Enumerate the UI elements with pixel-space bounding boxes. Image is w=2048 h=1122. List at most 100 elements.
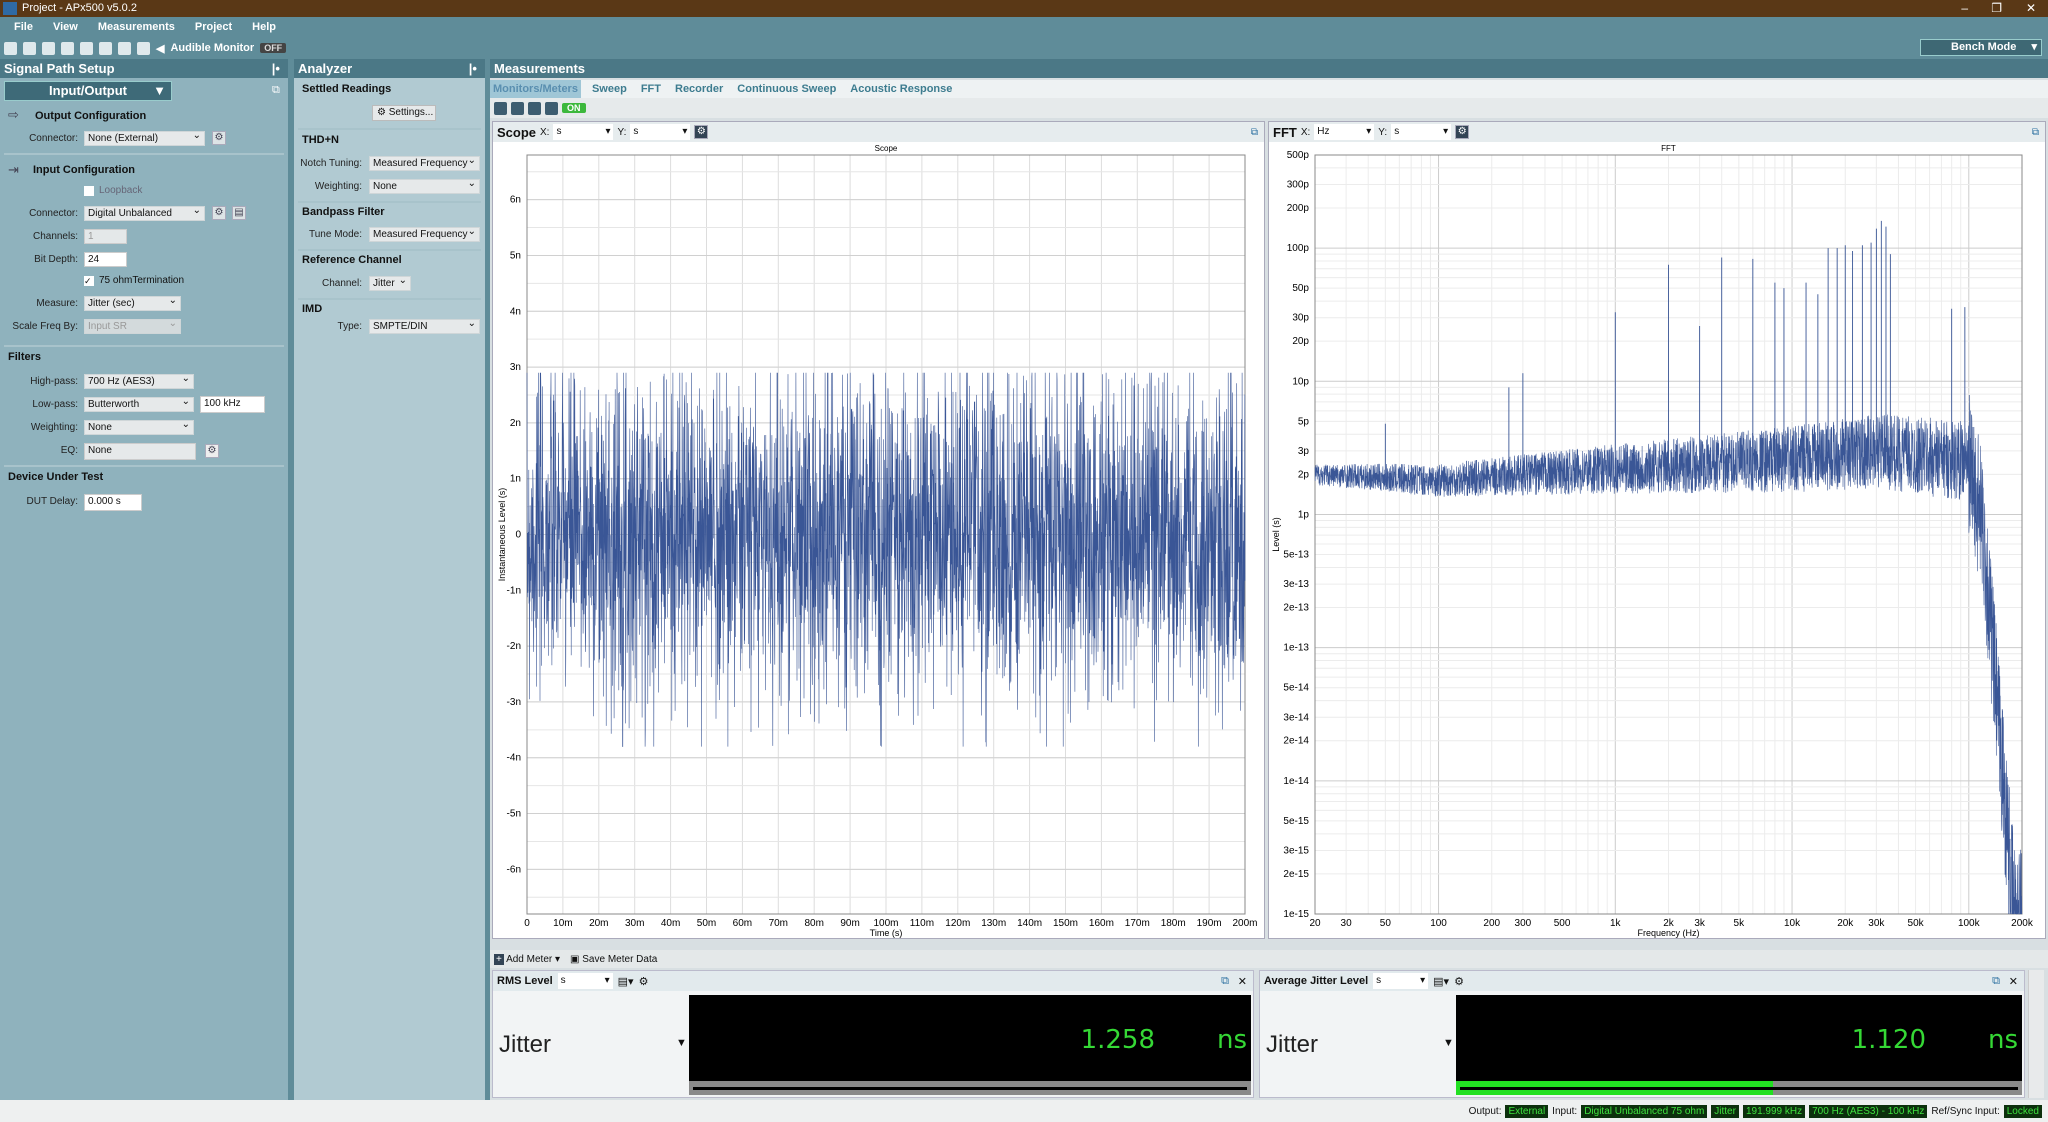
restore-button[interactable]: ❐ [1991, 0, 2002, 17]
popout-icon[interactable]: ⧉ [272, 84, 280, 97]
tab-sweep[interactable]: Sweep [589, 80, 630, 98]
monitor-on-toggle[interactable]: ON [562, 103, 586, 113]
tab-recorder[interactable]: Recorder [672, 80, 726, 98]
audible-monitor-toggle[interactable]: OFF [260, 43, 287, 53]
y-tick-label: 20p [1292, 336, 1309, 347]
tab-continuous-sweep[interactable]: Continuous Sweep [734, 80, 839, 98]
gear-icon[interactable]: ⚙ [212, 206, 226, 220]
channel-dropdown[interactable]: Jitter [369, 274, 411, 291]
pin-icon[interactable]: |• [272, 59, 280, 78]
signal-path-icon[interactable] [80, 41, 93, 55]
meter-style-icon[interactable]: ▤▾ [618, 975, 634, 988]
scope-y-unit-dropdown[interactable]: s [630, 124, 691, 140]
tab-fft[interactable]: FFT [638, 80, 664, 98]
x-tick-label: 100k [1958, 918, 1981, 929]
input-connector-dropdown[interactable]: Digital Unbalanced [84, 204, 205, 221]
weighting-dropdown[interactable]: None [369, 177, 480, 194]
add-meter-label: Add Meter [506, 953, 553, 965]
open-icon[interactable] [23, 41, 36, 55]
waveform-icon[interactable] [511, 101, 524, 115]
tune-mode-dropdown[interactable]: Measured Frequency [369, 225, 480, 242]
channels-stepper[interactable]: 1 [84, 229, 127, 244]
y-unit-label: Y: [617, 126, 627, 138]
clock-icon[interactable] [528, 101, 541, 115]
channel-dropdown-arrow[interactable]: ▼ [1443, 1037, 1454, 1049]
channel-dropdown-arrow[interactable]: ▼ [676, 1037, 687, 1049]
highpass-dropdown[interactable]: 700 Hz (AES3) [84, 372, 194, 389]
fft-y-unit-dropdown[interactable]: s [1391, 124, 1452, 140]
gear-icon[interactable]: ⚙ [212, 131, 226, 145]
menu-project[interactable]: Project [195, 17, 232, 38]
y-axis-label: Instantaneous Level (s) [497, 488, 507, 582]
dut-delay-label: DUT Delay: [26, 496, 79, 507]
meter-unit-dropdown[interactable]: s [557, 973, 613, 989]
eq-label: EQ: [60, 445, 78, 456]
popout-icon[interactable]: ⧉ [1992, 975, 2000, 988]
measure-dropdown[interactable]: Jitter (sec) [84, 294, 181, 311]
pin-icon[interactable]: |• [469, 59, 477, 78]
settings-gear-icon[interactable] [61, 41, 74, 55]
graph-add-icon[interactable] [137, 41, 150, 55]
eq-field[interactable]: None [84, 443, 196, 460]
weighting-dropdown[interactable]: None [84, 418, 194, 435]
meter-unit-dropdown[interactable]: s [1373, 973, 1429, 989]
measure-status: Jitter [1711, 1104, 1739, 1118]
tab-acoustic-response[interactable]: Acoustic Response [847, 80, 955, 98]
graph-add-icon[interactable] [545, 101, 558, 115]
close-meter-icon[interactable]: ✕ [1238, 975, 1247, 988]
gear-icon[interactable]: ⚙ [1454, 975, 1464, 988]
output-connector-dropdown[interactable]: None (External) [84, 129, 205, 146]
meter-style-icon[interactable]: ▤▾ [1433, 975, 1449, 988]
popout-icon[interactable]: ⧉ [1221, 975, 1229, 988]
meter-channel: Jitter [1266, 1031, 1319, 1058]
meter-display: 1.258 ns [689, 995, 1251, 1095]
x-tick-label: 10m [553, 918, 572, 929]
menu-measurements[interactable]: Measurements [98, 17, 175, 38]
lowpass-dropdown[interactable]: Butterworth [84, 395, 194, 412]
mode-selector[interactable]: Bench Mode ▾ [1920, 39, 2042, 56]
scope-x-unit-dropdown[interactable]: s [553, 124, 614, 140]
scale-freq-dropdown[interactable]: Input SR [84, 317, 181, 334]
meter-scrollbar[interactable] [2028, 970, 2044, 1098]
gear-icon[interactable]: ⚙ [205, 444, 219, 458]
panel-icon[interactable]: ▤ [232, 206, 246, 220]
x-tick-label: 130m [981, 918, 1006, 929]
sample-rate-status: 191.999 kHz [1742, 1104, 1806, 1118]
clock-icon[interactable] [118, 41, 131, 55]
save-meter-data-button[interactable]: ▣ Save Meter Data [570, 954, 657, 965]
waveform-icon[interactable] [99, 41, 112, 55]
input-output-selector[interactable]: Input/Output ▼ [4, 81, 172, 101]
termination-checkbox[interactable]: ✓ [84, 276, 94, 286]
menu-help[interactable]: Help [252, 17, 276, 38]
bitdepth-stepper[interactable]: 24 [84, 252, 127, 267]
y-tick-label: -6n [507, 864, 521, 875]
menu-view[interactable]: View [53, 17, 78, 38]
imd-type-dropdown[interactable]: SMPTE/DIN [369, 317, 480, 334]
save-icon[interactable] [42, 41, 55, 55]
dut-delay-input[interactable]: 0.000 s [84, 494, 142, 511]
x-tick-label: 500 [1554, 918, 1571, 929]
gear-icon[interactable]: ⚙ [1455, 125, 1470, 139]
settings-button[interactable]: ⚙ Settings... [372, 105, 436, 121]
new-file-icon[interactable] [4, 41, 17, 55]
signal-path-icon[interactable] [494, 101, 507, 115]
gear-icon[interactable]: ⚙ [694, 125, 709, 139]
y-tick-label: 200p [1287, 203, 1310, 214]
fft-x-unit-dropdown[interactable]: Hz [1314, 124, 1375, 140]
x-tick-label: 20m [589, 918, 608, 929]
minimize-button[interactable]: – [1961, 0, 1968, 17]
popout-icon[interactable]: ⧉ [1251, 127, 1258, 138]
tab-monitors-meters[interactable]: Monitors/Meters [490, 80, 581, 98]
y-tick-label: 1e-15 [1283, 909, 1309, 920]
add-meter-button[interactable]: + Add Meter ▾ [494, 953, 560, 965]
x-tick-label: 50 [1380, 918, 1392, 929]
gear-icon[interactable]: ⚙ [639, 975, 649, 988]
notch-dropdown[interactable]: Measured Frequency [369, 154, 480, 171]
menu-file[interactable]: File [14, 17, 33, 38]
close-meter-icon[interactable]: ✕ [2009, 975, 2018, 988]
popout-icon[interactable]: ⧉ [2032, 127, 2039, 138]
lowpass-frequency-input[interactable]: 100 kHz [200, 396, 265, 413]
y-tick-label: 0 [515, 530, 521, 541]
close-button[interactable]: ✕ [2026, 0, 2036, 17]
loopback-checkbox[interactable] [84, 186, 94, 196]
